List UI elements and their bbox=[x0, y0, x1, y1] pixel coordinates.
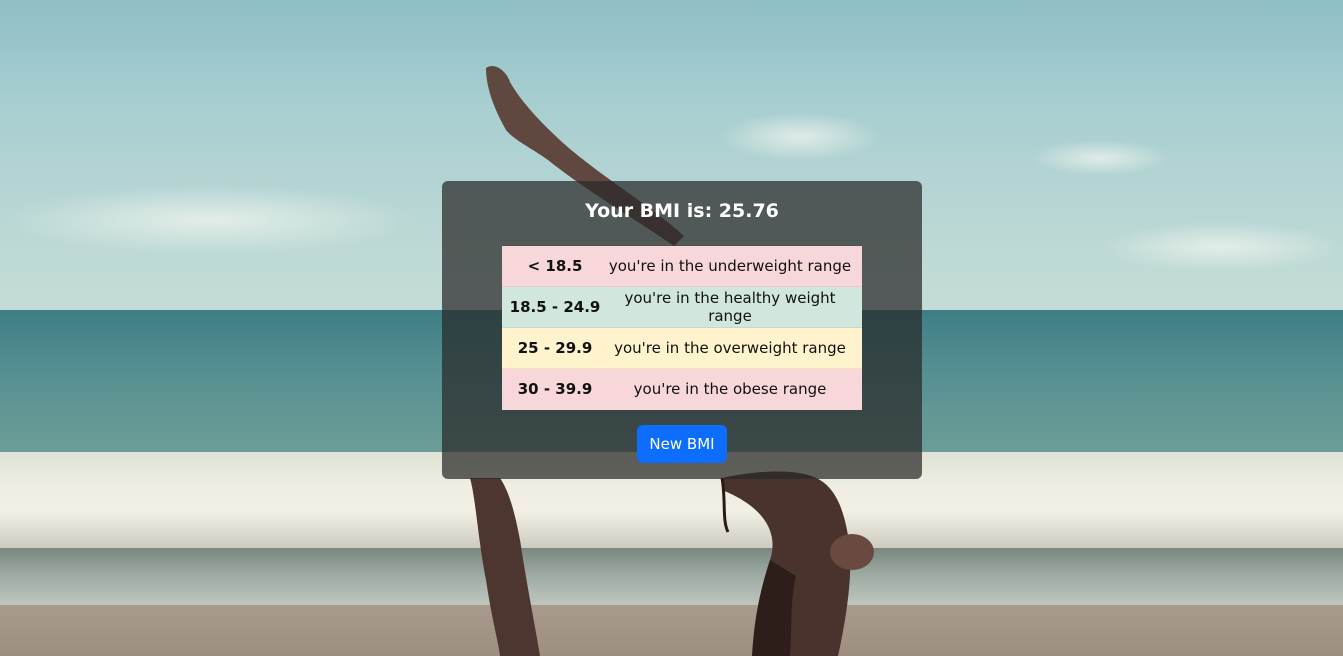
range-value: < 18.5 bbox=[502, 245, 602, 287]
range-value: 30 - 39.9 bbox=[502, 368, 602, 410]
range-row-healthy: 18.5 - 24.9 you're in the healthy weight… bbox=[502, 286, 862, 328]
bmi-result-card: Your BMI is: 25.76 < 18.5 you're in the … bbox=[442, 181, 922, 479]
range-row-obese: 30 - 39.9 you're in the obese range bbox=[502, 368, 862, 410]
bmi-range-table: < 18.5 you're in the underweight range 1… bbox=[502, 245, 862, 410]
bmi-result-page: Your BMI is: 25.76 < 18.5 you're in the … bbox=[0, 0, 1343, 656]
new-bmi-button[interactable]: New BMI bbox=[637, 425, 727, 463]
range-description: you're in the obese range bbox=[602, 368, 862, 410]
range-row-underweight: < 18.5 you're in the underweight range bbox=[502, 245, 862, 287]
range-row-overweight: 25 - 29.9 you're in the overweight range bbox=[502, 327, 862, 369]
range-description: you're in the underweight range bbox=[602, 245, 862, 287]
bmi-result-title: Your BMI is: 25.76 bbox=[585, 200, 779, 222]
range-value: 25 - 29.9 bbox=[502, 327, 602, 369]
range-description: you're in the overweight range bbox=[602, 327, 862, 369]
range-description: you're in the healthy weight range bbox=[602, 286, 862, 328]
range-value: 18.5 - 24.9 bbox=[502, 286, 602, 328]
